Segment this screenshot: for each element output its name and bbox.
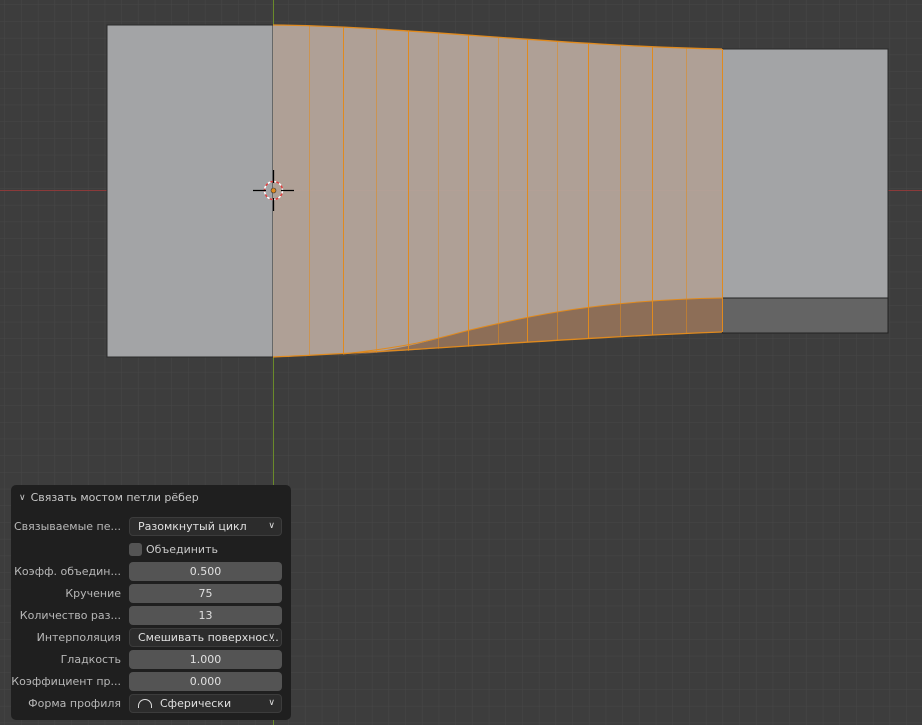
number-field[interactable]: 0.000 (129, 672, 282, 691)
dropdown-field[interactable]: Сферически ∨ (129, 694, 282, 713)
panel-row: Форма профиля Сферически ∨ (11, 694, 291, 714)
panel-row: Количество раз... 13 (11, 606, 291, 626)
field-label: Кручение (65, 587, 121, 600)
sphere-profile-icon (138, 699, 152, 708)
panel-row: Кручение 75 (11, 584, 291, 604)
panel-header[interactable]: ∨ Связать мостом петли рёбер (19, 491, 199, 504)
dropdown-value: Разомкнутый цикл (138, 520, 247, 533)
panel-title: Связать мостом петли рёбер (30, 491, 199, 504)
field-label: Коэфф. объедин... (14, 565, 121, 578)
panel-row: Интерполяция Смешивать поверхнос... ∨ (11, 628, 291, 648)
right-mesh-face[interactable] (721, 48, 889, 299)
field-label: Количество раз... (19, 609, 121, 622)
panel-row: Объединить (11, 541, 291, 561)
left-mesh-face[interactable] (106, 24, 274, 358)
panel-row: Коэффициент пр... 0.000 (11, 672, 291, 692)
dropdown-field[interactable]: Смешивать поверхнос... ∨ (129, 628, 282, 647)
number-field[interactable]: 0.500 (129, 562, 282, 581)
chevron-down-icon[interactable]: ∨ (19, 493, 26, 503)
field-label: Интерполяция (36, 631, 121, 644)
merge-checkbox[interactable] (129, 543, 142, 556)
field-label: Коэффициент пр... (11, 675, 121, 688)
dropdown-value: Смешивать поверхнос... (138, 631, 279, 644)
panel-row: Связываемые пе... Разомкнутый цикл ∨ (11, 517, 291, 537)
dropdown-field[interactable]: Разомкнутый цикл ∨ (129, 517, 282, 536)
chevron-down-icon: ∨ (268, 632, 275, 642)
checkbox-label: Объединить (146, 543, 218, 556)
number-field[interactable]: 1.000 (129, 650, 282, 669)
number-field[interactable]: 13 (129, 606, 282, 625)
dropdown-value: Сферически (160, 697, 232, 710)
chevron-down-icon: ∨ (268, 698, 275, 708)
field-label: Гладкость (60, 653, 121, 666)
panel-row: Гладкость 1.000 (11, 650, 291, 670)
number-field[interactable]: 75 (129, 584, 282, 603)
field-label: Связываемые пе... (13, 520, 121, 533)
field-label: Форма профиля (28, 697, 121, 710)
right-mesh-side[interactable] (721, 297, 889, 334)
operator-panel-bridge-edge-loops: ∨ Связать мостом петли рёбер Связываемые… (11, 485, 291, 720)
panel-row: Коэфф. объедин... 0.500 (11, 562, 291, 582)
chevron-down-icon: ∨ (268, 521, 275, 531)
